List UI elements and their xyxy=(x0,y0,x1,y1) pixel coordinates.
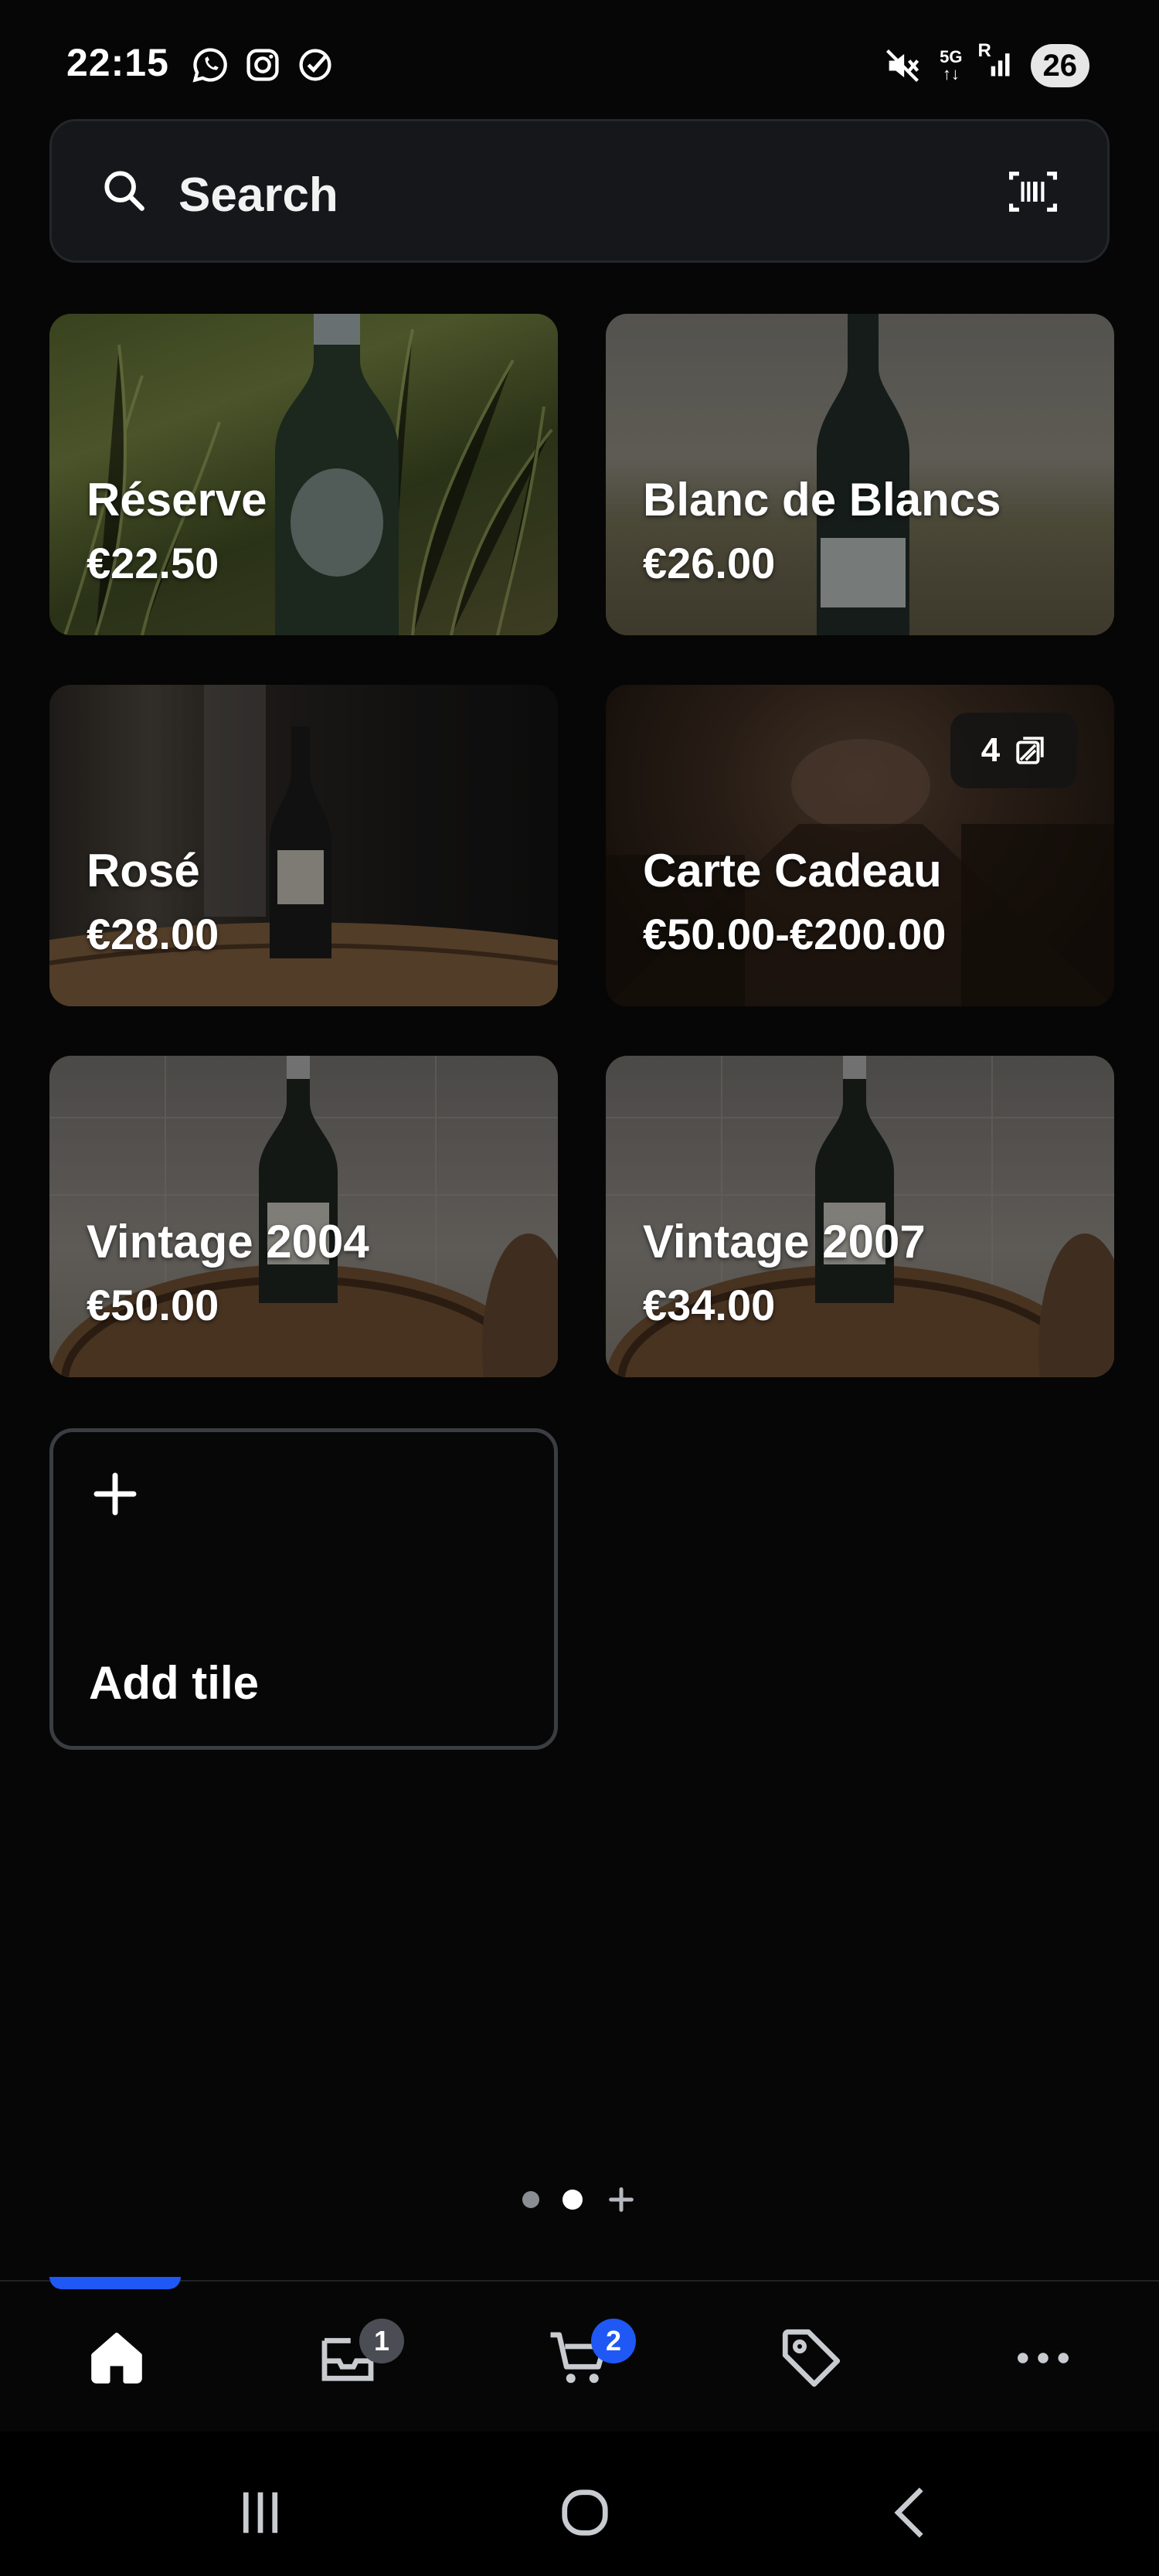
search-input[interactable]: Search xyxy=(178,168,338,223)
nav-more[interactable] xyxy=(1008,2323,1078,2393)
page-dot-2-active[interactable] xyxy=(563,2190,583,2210)
bottom-nav: 1 2 xyxy=(0,2277,1159,2431)
more-icon xyxy=(1018,2353,1069,2363)
tile-title: Réserve xyxy=(87,474,267,526)
variants-icon xyxy=(1016,737,1044,764)
variant-count: 4 xyxy=(981,731,1001,769)
product-tile-vintage-2007[interactable]: Vintage 2007 €34.00 xyxy=(606,1056,1114,1377)
tile-title: Rosé xyxy=(87,845,200,897)
network-type: 5G xyxy=(940,46,963,66)
barcode-scan-icon[interactable] xyxy=(1007,168,1059,216)
system-nav-bar xyxy=(0,2431,1159,2576)
tile-title: Blanc de Blancs xyxy=(643,474,1001,526)
nav-inbox[interactable]: 1 xyxy=(313,2319,404,2393)
inbox-badge: 1 xyxy=(359,2319,404,2363)
tile-price: €34.00 xyxy=(643,1281,776,1329)
cart-badge: 2 xyxy=(591,2319,636,2363)
status-time: 22:15 xyxy=(66,41,169,84)
instagram-icon xyxy=(246,49,279,81)
page-indicator xyxy=(0,2184,1159,2215)
mute-icon xyxy=(886,49,919,82)
status-bar: 22:15 5G ↑↓ R 26 xyxy=(0,0,1159,116)
tile-price: €28.00 xyxy=(87,910,219,958)
tag-icon xyxy=(782,2329,841,2387)
network-indicator: 5G ↑↓ xyxy=(940,46,963,83)
variant-count-badge: 4 xyxy=(950,713,1077,788)
product-tile-reserve[interactable]: Réserve €22.50 xyxy=(49,314,558,635)
tile-title: Carte Cadeau xyxy=(643,845,942,897)
recent-apps-icon[interactable] xyxy=(226,2478,295,2547)
tile-price: €26.00 xyxy=(643,539,776,587)
tile-price: €22.50 xyxy=(87,539,219,587)
battery-indicator: 26 xyxy=(1030,43,1089,87)
tile-title: Vintage 2007 xyxy=(643,1216,926,1268)
whatsapp-icon xyxy=(192,48,227,83)
home-icon xyxy=(91,2333,142,2384)
search-icon xyxy=(104,171,144,211)
nav-home[interactable] xyxy=(82,2323,151,2393)
product-tile-vintage-2004[interactable]: Vintage 2004 €50.00 xyxy=(49,1056,558,1377)
roaming-label: R xyxy=(977,40,991,61)
page-dot-1[interactable] xyxy=(522,2191,539,2208)
product-tile-rose[interactable]: Rosé €28.00 xyxy=(49,685,558,1006)
notification-icons xyxy=(190,45,335,85)
plus-icon xyxy=(93,1472,137,1516)
nav-cart[interactable]: 2 xyxy=(545,2319,636,2393)
search-bar[interactable]: Search xyxy=(49,119,1110,263)
add-page-icon[interactable] xyxy=(606,2184,637,2215)
home-button-icon[interactable] xyxy=(550,2478,620,2547)
active-tab-indicator xyxy=(49,2277,181,2289)
product-tile-blanc-de-blancs[interactable]: Blanc de Blancs €26.00 xyxy=(606,314,1114,635)
tile-price: €50.00 xyxy=(87,1281,219,1329)
check-circle-icon xyxy=(299,49,331,81)
status-right: 5G ↑↓ R 26 xyxy=(882,40,1089,87)
signal-indicator: R xyxy=(977,40,1014,87)
add-tile-label: Add tile xyxy=(89,1657,259,1709)
add-tile-button[interactable]: Add tile xyxy=(49,1428,558,1750)
nav-tags[interactable] xyxy=(777,2323,846,2393)
tile-price: €50.00-€200.00 xyxy=(643,910,947,958)
product-tile-carte-cadeau[interactable]: 4 Carte Cadeau €50.00-€200.00 xyxy=(606,685,1114,1006)
network-activity: ↑↓ xyxy=(942,63,960,83)
tile-title: Vintage 2004 xyxy=(87,1216,369,1268)
back-icon[interactable] xyxy=(878,2478,947,2547)
